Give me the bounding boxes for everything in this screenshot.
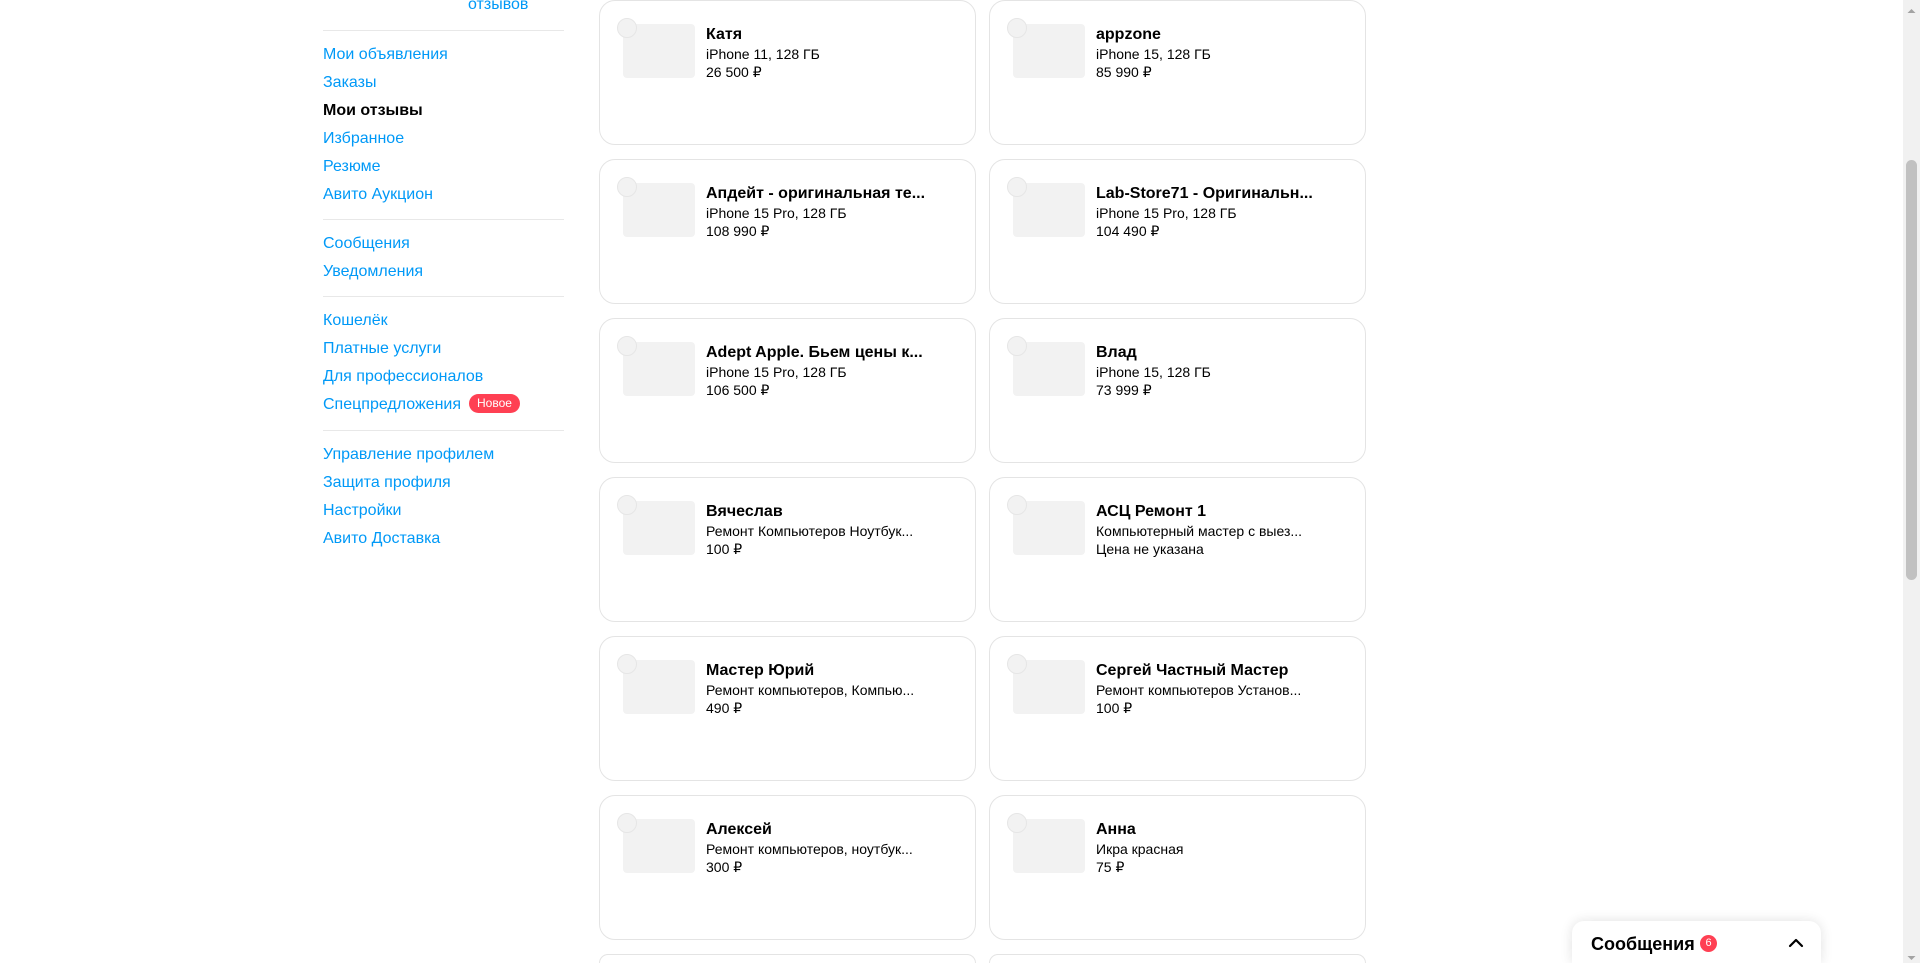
review-card[interactable]: Алексей Ремонт компьютеров, ноутбук... 3… [599, 795, 976, 940]
seller-name: Adept Apple. Бьем цены к... [706, 344, 923, 361]
sidebar-item-my-reviews[interactable]: Мои отзывы [323, 97, 564, 125]
item-title: Ремонт Компьютеров Ноутбук... [706, 523, 914, 539]
page: отзывов Мои объявления Заказы Мои отзывы… [0, 0, 1920, 963]
avatar [617, 18, 637, 38]
seller-name: Катя [706, 26, 743, 43]
review-card[interactable]: Adept Apple. Бьем цены к... iPhone 15 Pr… [599, 318, 976, 463]
sidebar-item-paid-services[interactable]: Платные услуги [323, 335, 564, 363]
reviews-count-link[interactable]: отзывов [468, 0, 528, 14]
item-title: Компьютерный мастер с выез... [1096, 523, 1303, 539]
item-title: iPhone 15 Pro, 128 ГБ [1096, 205, 1237, 221]
item-price: 85 990 ₽ [1096, 64, 1152, 80]
avatar [1007, 18, 1027, 38]
item-price: Цена не указана [1096, 541, 1204, 557]
avatar [1007, 813, 1027, 833]
item-title: Ремонт компьютеров, Компью... [706, 682, 915, 698]
review-card-partial[interactable] [599, 954, 976, 963]
new-badge: Новое [469, 394, 520, 413]
seller-name: Влад [1096, 344, 1137, 361]
seller-name: Lab-Store71 - Оригинальн... [1096, 185, 1313, 202]
review-card-partial[interactable] [989, 954, 1366, 963]
avatar [617, 336, 637, 356]
item-title: iPhone 15 Pro, 128 ГБ [706, 205, 847, 221]
scroll-up-arrow-icon[interactable] [1906, 3, 1917, 13]
seller-name: Анна [1096, 821, 1136, 838]
sidebar-item-auction[interactable]: Авито Аукцион [323, 181, 564, 209]
item-price: 104 490 ₽ [1096, 223, 1160, 239]
item-price: 300 ₽ [706, 859, 743, 875]
seller-name: appzone [1096, 26, 1161, 43]
sidebar-divider-top [323, 30, 564, 31]
avatar [617, 495, 637, 515]
item-title: Ремонт компьютеров, ноутбук... [706, 841, 913, 857]
sidebar-item-special-offers[interactable]: Спецпредложения Новое [323, 391, 564, 419]
sidebar-item-favorites[interactable]: Избранное [323, 125, 564, 153]
sidebar-item-wallet[interactable]: Кошелёк [323, 307, 564, 335]
sidebar-item-settings[interactable]: Настройки [323, 497, 564, 525]
sidebar-item-messages[interactable]: Сообщения [323, 230, 564, 258]
sidebar-divider [323, 296, 564, 297]
avatar [1007, 654, 1027, 674]
sidebar-divider [323, 430, 564, 431]
item-title: iPhone 11, 128 ГБ [706, 46, 820, 62]
scroll-down-arrow-icon[interactable] [1906, 950, 1917, 960]
sidebar-item-orders[interactable]: Заказы [323, 69, 564, 97]
item-price: 100 ₽ [706, 541, 743, 557]
sidebar-item-my-ads[interactable]: Мои объявления [323, 41, 564, 69]
review-card[interactable]: АСЦ Ремонт 1 Компьютерный мастер с выез.… [989, 477, 1366, 622]
item-title: iPhone 15 Pro, 128 ГБ [706, 364, 847, 380]
review-card[interactable]: Вячеслав Ремонт Компьютеров Ноутбук... 1… [599, 477, 976, 622]
seller-name: Алексей [706, 821, 772, 838]
item-price: 100 ₽ [1096, 700, 1133, 716]
sidebar-item-profile-management[interactable]: Управление профилем [323, 441, 564, 469]
sidebar-item-label: Спецпредложения [323, 396, 461, 413]
avatar [1007, 495, 1027, 515]
seller-name: АСЦ Ремонт 1 [1096, 503, 1207, 520]
messages-widget[interactable]: Сообщения 6 [1572, 921, 1821, 963]
sidebar-item-resume[interactable]: Резюме [323, 153, 564, 181]
item-title: Ремонт компьютеров Установ... [1096, 682, 1302, 698]
sidebar-group-profile: Управление профилем Защита профиля Настр… [323, 441, 564, 553]
sidebar-divider [323, 219, 564, 220]
item-price: 26 500 ₽ [706, 64, 762, 80]
sidebar-item-for-professionals[interactable]: Для профессионалов [323, 363, 564, 391]
avatar [1007, 177, 1027, 197]
review-card[interactable]: Lab-Store71 - Оригинальн... iPhone 15 Pr… [989, 159, 1366, 304]
item-price: 75 ₽ [1096, 859, 1125, 875]
sidebar-group-finance: Кошелёк Платные услуги Для профессионало… [323, 307, 564, 419]
scrollbar-thumb[interactable] [1906, 160, 1917, 580]
item-price: 490 ₽ [706, 700, 743, 716]
avatar [617, 813, 637, 833]
review-card[interactable]: appzone iPhone 15, 128 ГБ 85 990 ₽ [989, 0, 1366, 145]
chevron-up-icon[interactable] [1786, 933, 1806, 953]
seller-name: Сергей Частный Мастер [1096, 662, 1289, 679]
review-card[interactable]: Апдейт - оригинальная те... iPhone 15 Pr… [599, 159, 976, 304]
review-card[interactable]: Катя iPhone 11, 128 ГБ 26 500 ₽ [599, 0, 976, 145]
sidebar-item-notifications[interactable]: Уведомления [323, 258, 564, 286]
seller-name: Вячеслав [706, 503, 783, 520]
item-price: 73 999 ₽ [1096, 382, 1152, 398]
sidebar-group-main: Мои объявления Заказы Мои отзывы Избранн… [323, 41, 564, 209]
item-price: 108 990 ₽ [706, 223, 770, 239]
item-price: 106 500 ₽ [706, 382, 770, 398]
seller-name: Апдейт - оригинальная те... [706, 185, 926, 202]
messages-widget-title: Сообщения [1591, 934, 1695, 954]
sidebar-item-avito-delivery[interactable]: Авито Доставка [323, 525, 564, 553]
item-title: iPhone 15, 128 ГБ [1096, 46, 1211, 62]
review-card[interactable]: Сергей Частный Мастер Ремонт компьютеров… [989, 636, 1366, 781]
avatar [617, 654, 637, 674]
item-title: iPhone 15, 128 ГБ [1096, 364, 1211, 380]
review-card[interactable]: Анна Икра красная 75 ₽ [989, 795, 1366, 940]
avatar [1007, 336, 1027, 356]
avatar [617, 177, 637, 197]
sidebar-group-communication: Сообщения Уведомления [323, 230, 564, 286]
seller-name: Мастер Юрий [706, 662, 815, 679]
review-card[interactable]: Влад iPhone 15, 128 ГБ 73 999 ₽ [989, 318, 1366, 463]
unread-count-badge: 6 [1700, 935, 1717, 952]
review-card[interactable]: Мастер Юрий Ремонт компьютеров, Компью..… [599, 636, 976, 781]
item-title: Икра красная [1096, 841, 1184, 857]
sidebar-item-profile-protection[interactable]: Защита профиля [323, 469, 564, 497]
